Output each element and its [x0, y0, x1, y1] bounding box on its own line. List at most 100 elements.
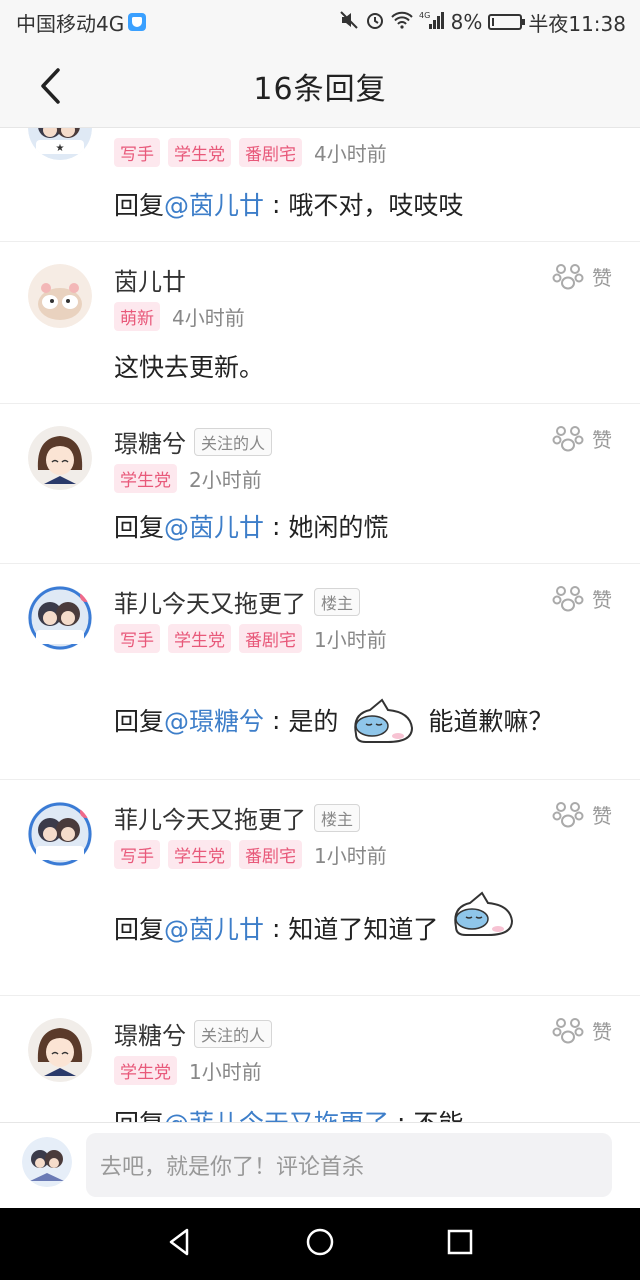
reply-time: 4小时前: [172, 306, 245, 330]
user-name[interactable]: 菲儿今天又拖更了: [114, 584, 306, 619]
user-tag: 学生党: [168, 138, 231, 167]
relation-badge: 关注的人: [194, 427, 273, 456]
mention-link[interactable]: @茵儿廿: [164, 508, 264, 544]
user-name[interactable]: 菲儿今天又拖更了: [114, 800, 306, 835]
like-label: 赞: [592, 588, 612, 612]
user-tag: 学生党: [168, 624, 231, 653]
reply-list[interactable]: ★ 写手 学生党 番剧宅 4小时前 回复 @茵儿廿 : 哦不对，吱吱吱 茵儿廿 …: [0, 128, 640, 1122]
cell-signal-icon: 4G: [419, 10, 445, 35]
reply-text: 哦不对，吱吱吱: [288, 191, 464, 220]
relation-badge: 关注的人: [194, 1019, 273, 1048]
reply-separator: :: [389, 1107, 414, 1123]
paw-like-icon: [552, 425, 584, 451]
tag-row: 写手 学生党 番剧宅 1小时前: [114, 840, 387, 869]
reply-item: 璟糖兮 关注的人 赞 学生党 2小时前 回复 @茵儿廿 : 她闲的慌: [0, 404, 640, 564]
user-tag: 萌新: [114, 302, 160, 331]
avatar[interactable]: [28, 264, 92, 328]
reply-content[interactable]: 回复 @茵儿廿 : 知道了知道了: [114, 891, 528, 946]
mention-link[interactable]: @茵儿廿: [164, 910, 264, 946]
reply-content[interactable]: 回复 @璟糖兮 : 是的 能道歉嘛？: [114, 694, 553, 746]
reply-content[interactable]: 回复 @菲儿今天又拖更了 : 不能: [114, 1104, 463, 1123]
comment-input[interactable]: 去吧，就是你了！评论首杀: [86, 1133, 612, 1197]
tag-row: 写手 学生党 番剧宅 4小时前: [114, 138, 387, 167]
user-name[interactable]: 璟糖兮: [114, 424, 186, 459]
reply-text: 是的: [288, 707, 339, 736]
girl-avatar-icon: [28, 1018, 92, 1082]
battery-percent: 8%: [450, 10, 483, 34]
name-row: 茵儿廿: [114, 262, 186, 297]
nav-back-button[interactable]: [165, 1227, 195, 1261]
op-badge: 楼主: [314, 803, 361, 832]
reply-content[interactable]: 回复 @茵儿廿 : 她闲的慌: [114, 508, 388, 544]
tag-row: 写手 学生党 番剧宅 1小时前: [114, 624, 387, 653]
like-button[interactable]: 赞: [552, 262, 612, 291]
user-tag: 番剧宅: [239, 840, 302, 869]
name-row: 菲儿今天又拖更了 楼主: [114, 584, 361, 619]
like-label: 赞: [592, 1020, 612, 1044]
carrier-label: 中国移动4G: [16, 11, 125, 36]
reply-content[interactable]: 回复 @茵儿廿 : 哦不对，吱吱吱: [114, 186, 463, 222]
reply-text: 这快去更新。: [114, 353, 265, 382]
nav-home-button[interactable]: [305, 1227, 335, 1261]
user-tag: 学生党: [114, 1056, 177, 1085]
sleepy-cat-sticker-icon: [448, 887, 518, 939]
reply-time: 4小时前: [314, 142, 387, 166]
mention-link[interactable]: @璟糖兮: [164, 702, 264, 738]
user-name[interactable]: 璟糖兮: [114, 1016, 186, 1051]
reply-item: ★ 写手 学生党 番剧宅 4小时前 回复 @茵儿廿 : 哦不对，吱吱吱: [0, 128, 640, 242]
reply-suffix: 能道歉嘛？: [428, 707, 554, 736]
paw-like-icon: [552, 801, 584, 827]
svg-text:★: ★: [56, 143, 65, 154]
mention-link[interactable]: @菲儿今天又拖更了: [164, 1104, 389, 1122]
security-shield-icon: [128, 13, 147, 31]
reply-separator: :: [264, 511, 289, 541]
like-label: 赞: [592, 266, 612, 290]
avatar[interactable]: [28, 426, 92, 490]
anime-couple-avatar-icon: [28, 586, 92, 650]
reply-time: 1小时前: [314, 628, 387, 652]
my-avatar[interactable]: [22, 1137, 72, 1187]
reply-content[interactable]: 这快去更新。: [114, 348, 264, 384]
like-button[interactable]: 赞: [552, 1016, 612, 1045]
user-tag: 番剧宅: [239, 624, 302, 653]
reply-prefix: 回复: [114, 707, 165, 736]
name-row: 璟糖兮 关注的人: [114, 424, 273, 459]
anime-couple-avatar-icon: [28, 802, 92, 866]
like-button[interactable]: 赞: [552, 424, 612, 453]
reply-separator: :: [264, 189, 289, 219]
mute-icon: [339, 10, 359, 35]
like-button[interactable]: 赞: [552, 800, 612, 829]
op-badge: 楼主: [314, 587, 361, 616]
reply-text: 知道了知道了: [288, 915, 439, 944]
mention-link[interactable]: @茵儿廿: [164, 186, 264, 222]
user-tag: 写手: [114, 624, 160, 653]
avatar[interactable]: ★: [28, 128, 92, 160]
battery-fill: [492, 18, 495, 26]
reply-prefix: 回复: [114, 191, 165, 220]
avatar[interactable]: [28, 802, 92, 866]
reply-prefix: 回复: [114, 513, 165, 542]
clock: 半夜11:38: [528, 11, 626, 36]
back-triangle-icon: [169, 1228, 189, 1256]
back-button[interactable]: [30, 66, 70, 106]
title-bar: 16条回复: [0, 44, 640, 128]
wifi-icon: [390, 11, 413, 34]
like-button[interactable]: 赞: [552, 584, 612, 613]
reply-text: 不能: [413, 1104, 463, 1122]
user-tag: 学生党: [168, 840, 231, 869]
reply-item: 菲儿今天又拖更了 楼主 赞 写手 学生党 番剧宅 1小时前 回复 @茵儿廿 : …: [0, 780, 640, 996]
chevron-left-icon: [41, 68, 60, 104]
paw-like-icon: [552, 263, 584, 289]
anime-couple-avatar-icon: [22, 1137, 72, 1187]
nav-recents-button[interactable]: [445, 1227, 475, 1261]
tag-row: 学生党 1小时前: [114, 1056, 262, 1085]
reply-time: 1小时前: [314, 844, 387, 868]
avatar[interactable]: [28, 586, 92, 650]
avatar[interactable]: [28, 1018, 92, 1082]
user-name[interactable]: 茵儿廿: [114, 262, 186, 297]
status-bar-left: 中国移动4G: [16, 8, 147, 37]
reply-prefix: 回复: [114, 1104, 164, 1122]
name-row: 璟糖兮 关注的人: [114, 1016, 273, 1051]
hamster-avatar-icon: [28, 264, 92, 328]
comment-bar: 去吧，就是你了！评论首杀: [0, 1122, 640, 1208]
